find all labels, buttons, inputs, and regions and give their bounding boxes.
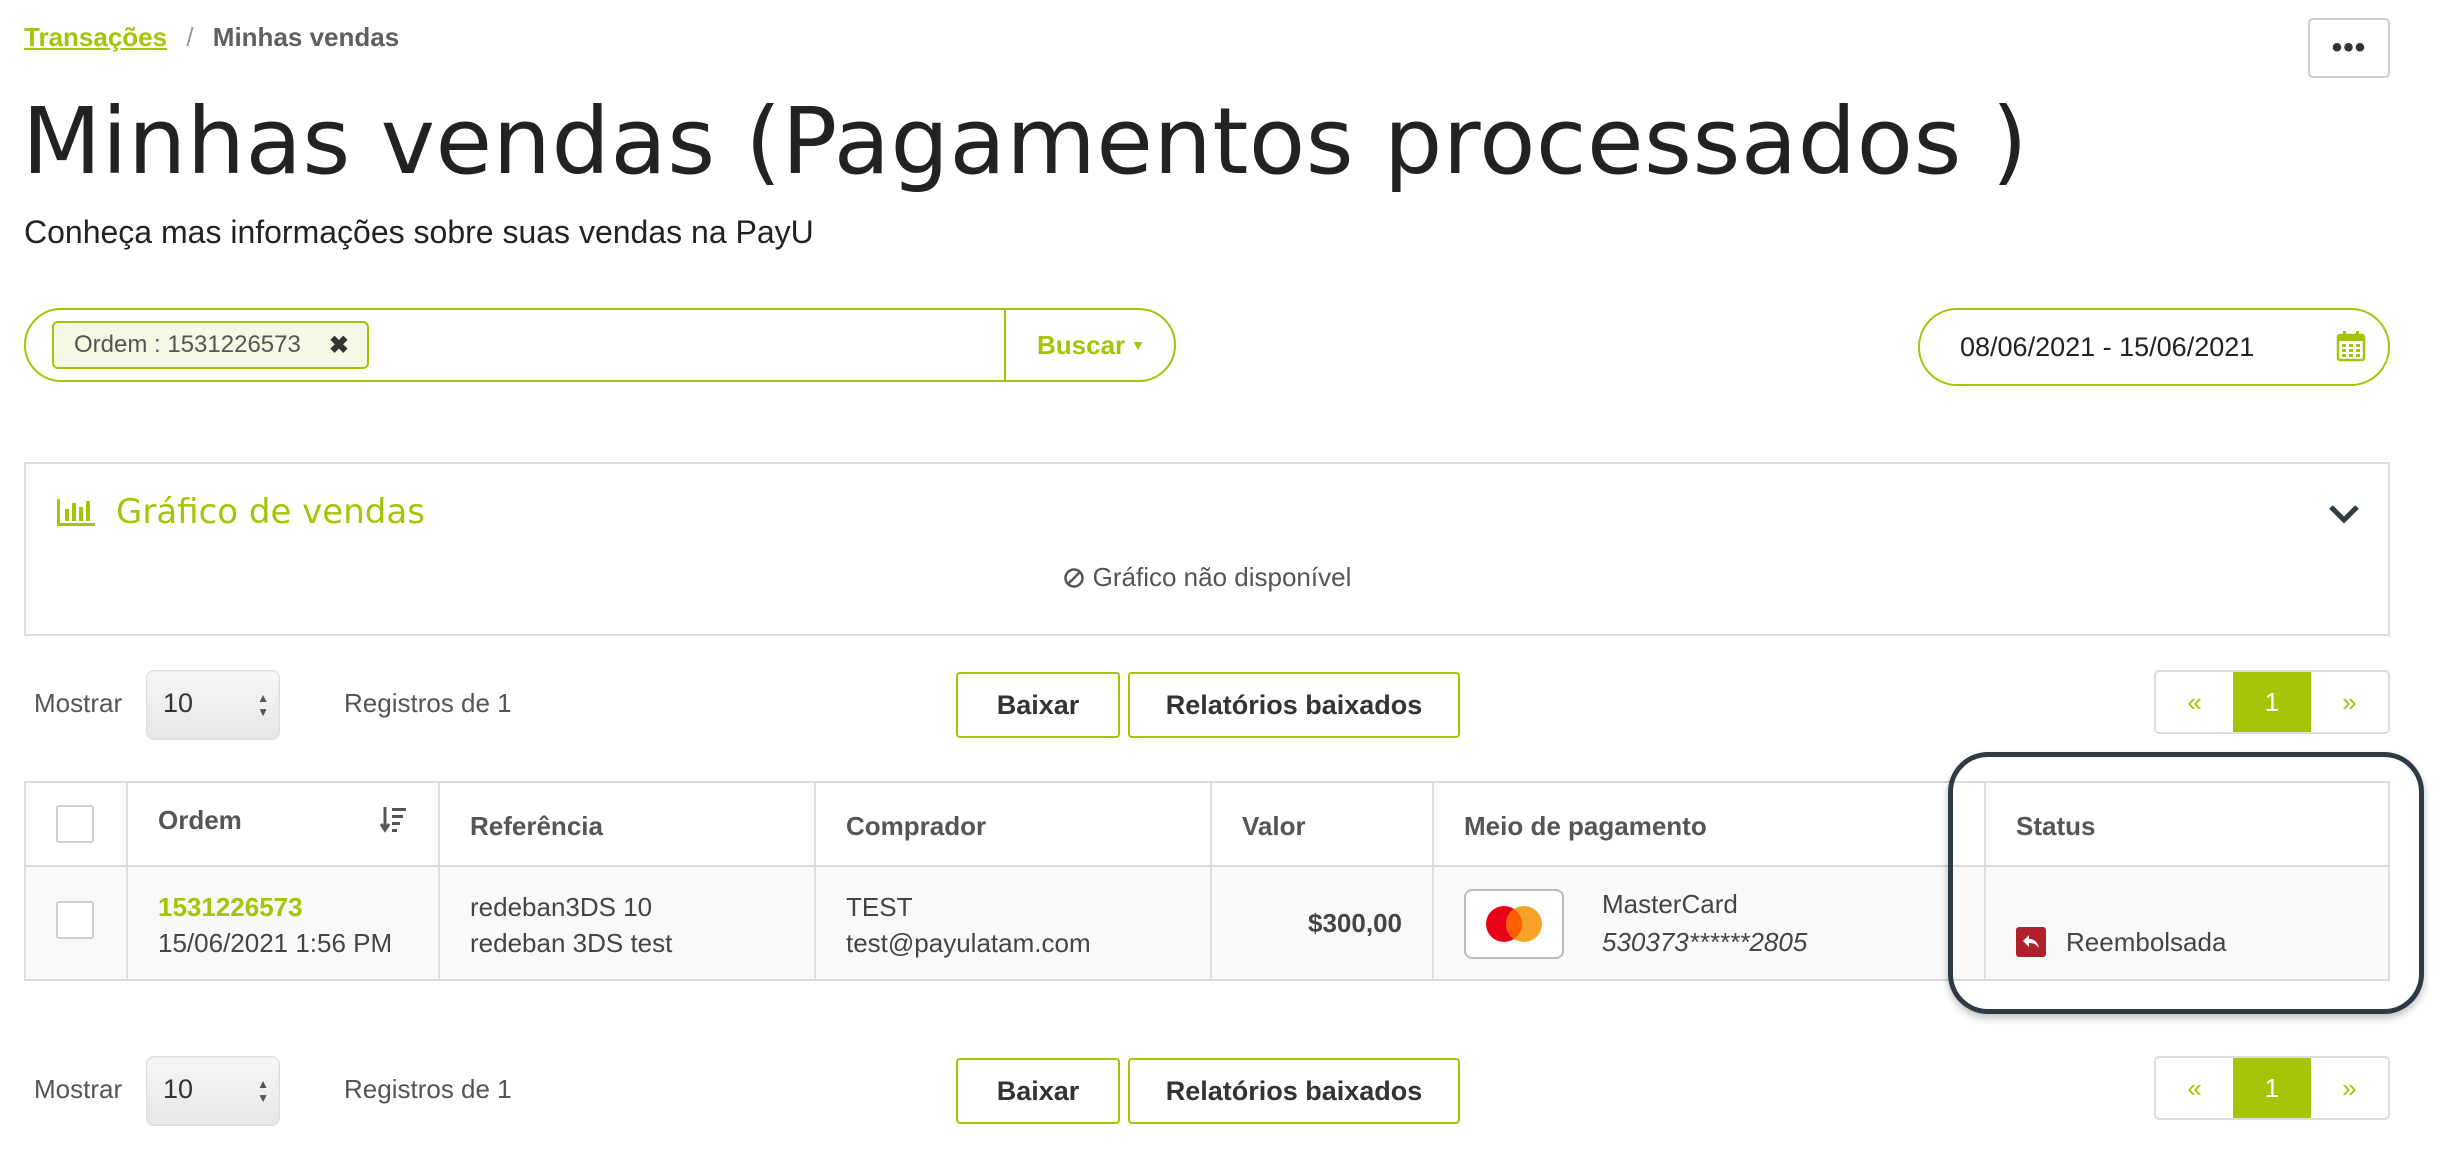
pagination-prev[interactable]: « — [2156, 672, 2233, 732]
payment-brand: MasterCard — [1602, 889, 1738, 919]
buyer-email: test@payulatam.com — [846, 928, 1091, 958]
download-button[interactable]: Baixar — [956, 1058, 1120, 1124]
page-size-value: 10 — [163, 1074, 194, 1104]
breadcrumb-link-transactions[interactable]: Transações — [24, 22, 167, 52]
select-arrows-icon: ▲ ▼ — [257, 691, 269, 719]
page-subtitle: Conheça mas informações sobre suas venda… — [24, 214, 814, 250]
breadcrumb-current: Minhas vendas — [212, 22, 400, 52]
downloaded-reports-button[interactable]: Relatórios baixados — [1128, 672, 1460, 738]
page-size-select[interactable]: 10 ▲ ▼ — [146, 670, 280, 740]
chevron-down-icon[interactable] — [2328, 502, 2360, 526]
page-size-value: 10 — [163, 688, 194, 718]
breadcrumb: Transações / Minhas vendas — [24, 22, 399, 53]
reference-line-2: redeban 3DS test — [470, 928, 673, 958]
search-button[interactable]: Buscar ▼ — [1006, 310, 1176, 380]
remove-filter-icon[interactable]: ✖ — [329, 331, 349, 360]
calendar-icon[interactable] — [2336, 330, 2366, 362]
chart-panel-header[interactable]: Gráfico de vendas — [56, 492, 425, 532]
chart-unavailable-message: Gráfico não disponível — [26, 562, 2388, 593]
select-all-checkbox[interactable] — [56, 805, 94, 843]
sales-chart-panel: Gráfico de vendas Gráfico não disponível — [24, 462, 2390, 636]
pagination-page-1[interactable]: 1 — [2233, 1058, 2311, 1118]
status-highlight-outline — [1948, 752, 2424, 1014]
header-buyer: Comprador — [816, 783, 1212, 865]
header-payment-method: Meio de pagamento — [1434, 783, 1986, 865]
date-range-value: 08/06/2021 - 15/06/2021 — [1960, 331, 2255, 362]
downloaded-reports-button[interactable]: Relatórios baixados — [1128, 1058, 1460, 1124]
table-controls-top: Mostrar 10 ▲ ▼ Registros de 1 Baixar Rela… — [24, 670, 2390, 740]
header-reference: Referência — [440, 783, 816, 865]
chart-panel-title: Gráfico de vendas — [116, 492, 425, 532]
records-count: Registros de 1 — [344, 1074, 512, 1104]
ban-icon — [1063, 567, 1084, 588]
header-amount: Valor — [1212, 783, 1434, 865]
order-date: 15/06/2021 1:56 PM — [158, 928, 393, 958]
reference-line-1: redeban3DS 10 — [470, 892, 653, 922]
chart-unavailable-text: Gráfico não disponível — [1092, 562, 1352, 592]
pagination-prev[interactable]: « — [2156, 1058, 2233, 1118]
header-order-label: Ordem — [158, 805, 242, 835]
header-select-cell — [26, 783, 128, 865]
buyer-name: TEST — [846, 892, 913, 922]
sort-descending-icon[interactable] — [380, 805, 408, 833]
card-number: 530373******2805 — [1602, 927, 1808, 957]
order-cell: 1531226573 15/06/2021 1:56 PM — [128, 867, 440, 979]
page-size-select[interactable]: 10 ▲ ▼ — [146, 1056, 280, 1126]
pagination-next[interactable]: » — [2311, 1058, 2388, 1118]
payment-details: MasterCard 530373******2805 — [1602, 885, 1807, 961]
row-checkbox[interactable] — [56, 901, 94, 939]
reference-cell: redeban3DS 10 redeban 3DS test — [440, 867, 816, 979]
date-range-picker[interactable]: 08/06/2021 - 15/06/2021 — [1918, 308, 2390, 386]
search-bar[interactable]: Ordem : 1531226573 ✖ Buscar ▼ — [24, 308, 1176, 382]
pagination: « 1 » — [2154, 1056, 2390, 1120]
amount-cell: $300,00 — [1212, 867, 1434, 979]
caret-down-icon: ▼ — [1131, 337, 1145, 353]
payment-method-cell: MasterCard 530373******2805 — [1434, 867, 1986, 979]
filter-chip-label: Ordem : 1531226573 — [74, 331, 301, 358]
pagination-page-1[interactable]: 1 — [2233, 672, 2311, 732]
search-button-label: Buscar — [1036, 329, 1126, 360]
pagination-next[interactable]: » — [2311, 672, 2388, 732]
page-title: Minhas vendas (Pagamentos processados ) — [22, 88, 2029, 195]
mastercard-logo-icon — [1464, 889, 1564, 959]
order-id-link[interactable]: 1531226573 — [158, 889, 438, 925]
download-button[interactable]: Baixar — [956, 672, 1120, 738]
show-label: Mostrar — [34, 1074, 123, 1104]
header-order[interactable]: Ordem — [128, 783, 440, 865]
buyer-cell: TEST test@payulatam.com — [816, 867, 1212, 979]
select-arrows-icon: ▲ ▼ — [257, 1077, 269, 1105]
records-count: Registros de 1 — [344, 688, 512, 718]
bar-chart-icon — [57, 499, 95, 526]
row-select-cell — [26, 867, 128, 979]
filter-chip: Ordem : 1531226573 ✖ — [52, 321, 369, 369]
table-controls-bottom: Mostrar 10 ▲ ▼ Registros de 1 Baixar Rela… — [24, 1056, 2390, 1126]
more-options-button[interactable]: ••• — [2308, 18, 2390, 78]
breadcrumb-separator: / — [186, 22, 194, 52]
show-label: Mostrar — [34, 688, 123, 718]
pagination: « 1 » — [2154, 670, 2390, 734]
